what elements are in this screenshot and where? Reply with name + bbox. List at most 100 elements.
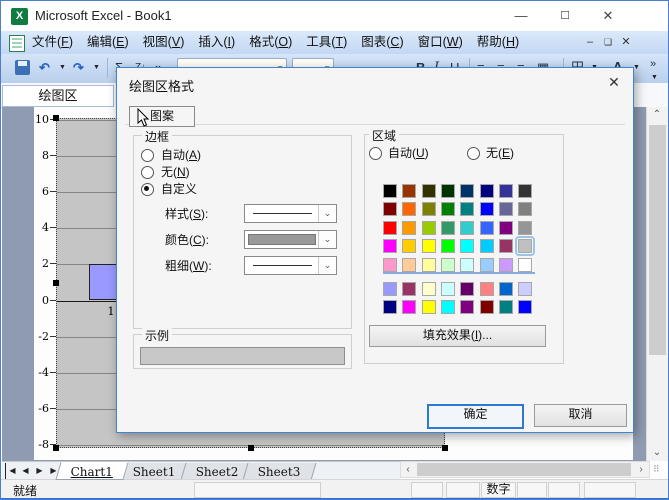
palette-swatch-4-3[interactable]	[440, 257, 455, 272]
redo-icon[interactable]: ↷	[73, 58, 84, 78]
palette-swatch-1-0[interactable]	[383, 202, 397, 217]
palette-swatch-5-2[interactable]	[421, 282, 436, 296]
palette-swatch-4-6[interactable]	[498, 257, 513, 272]
palette-swatch-4-5[interactable]	[479, 257, 494, 272]
area-auto-radio[interactable]	[369, 147, 382, 160]
palette-swatch-2-1[interactable]	[402, 220, 417, 235]
palette-swatch-1-1[interactable]	[402, 202, 417, 217]
chevron-down-icon[interactable]: ⌄	[318, 205, 336, 222]
palette-swatch-0-6[interactable]	[498, 184, 513, 198]
palette-swatch-2-4[interactable]	[460, 220, 475, 235]
save-icon[interactable]	[15, 60, 30, 75]
palette-swatch-1-3[interactable]	[440, 202, 455, 217]
sheet-tab-chart1[interactable]: Chart1	[55, 462, 129, 480]
palette-swatch-6-1[interactable]	[402, 300, 417, 315]
palette-swatch-3-4[interactable]	[460, 239, 475, 254]
close-icon[interactable]: ✕	[593, 7, 623, 25]
weight-combo[interactable]: ⌄	[244, 256, 337, 275]
menu-item-2[interactable]: 视图(V)	[136, 31, 192, 53]
palette-swatch-5-5[interactable]	[479, 282, 494, 296]
palette-swatch-4-4[interactable]	[460, 257, 475, 272]
palette-swatch-1-6[interactable]	[498, 202, 513, 217]
palette-swatch-3-5[interactable]	[479, 239, 494, 254]
border-none-label[interactable]: 无(N)	[161, 165, 190, 179]
palette-swatch-4-7[interactable]	[518, 257, 533, 272]
palette-swatch-5-4[interactable]	[460, 282, 475, 296]
resize-grip-icon[interactable]: ⠿	[653, 464, 665, 476]
palette-swatch-1-2[interactable]	[421, 202, 436, 217]
vertical-scroll-thumb[interactable]	[649, 125, 666, 355]
selection-handle[interactable]	[53, 280, 59, 286]
palette-swatch-0-0[interactable]	[383, 184, 397, 198]
selection-handle[interactable]	[248, 445, 254, 451]
palette-swatch-2-6[interactable]	[498, 220, 513, 235]
chevron-down-icon[interactable]: ⌄	[318, 231, 336, 248]
palette-swatch-4-0[interactable]	[383, 257, 397, 272]
name-box[interactable]: 绘图区	[2, 85, 114, 107]
selection-handle[interactable]	[442, 445, 448, 451]
area-none-radio[interactable]	[467, 147, 480, 160]
palette-swatch-2-2[interactable]	[421, 220, 436, 235]
scroll-right-icon[interactable]: ›	[634, 462, 648, 477]
next-sheet-icon[interactable]: ▶	[33, 463, 46, 479]
menu-item-7[interactable]: 窗口(W)	[411, 31, 470, 53]
font-color-dropdown-icon[interactable]: ▼	[633, 58, 640, 78]
dialog-close-icon[interactable]: ✕	[603, 72, 625, 92]
palette-swatch-4-2[interactable]	[421, 257, 436, 272]
palette-swatch-3-1[interactable]	[402, 239, 417, 254]
horizontal-scroll-thumb[interactable]	[417, 463, 631, 476]
palette-swatch-1-7[interactable]	[518, 202, 533, 217]
palette-swatch-0-7[interactable]	[518, 184, 533, 198]
palette-swatch-2-0[interactable]	[383, 220, 397, 235]
palette-swatch-6-4[interactable]	[460, 300, 475, 315]
palette-swatch-0-1[interactable]	[402, 184, 417, 198]
minimize-icon[interactable]: —	[506, 7, 536, 25]
palette-swatch-0-2[interactable]	[421, 184, 436, 198]
palette-swatch-1-4[interactable]	[460, 202, 475, 217]
palette-swatch-2-3[interactable]	[440, 220, 455, 235]
child-close-icon[interactable]: ✕	[618, 35, 634, 49]
border-auto-radio[interactable]	[141, 149, 154, 162]
undo-dropdown-icon[interactable]: ▼	[59, 58, 66, 78]
menu-item-3[interactable]: 插入(I)	[191, 31, 242, 53]
palette-swatch-0-3[interactable]	[440, 184, 455, 198]
menu-item-4[interactable]: 格式(O)	[242, 31, 299, 53]
border-custom-radio[interactable]	[141, 183, 154, 196]
redo-dropdown-icon[interactable]: ▼	[93, 58, 100, 78]
prev-sheet-icon[interactable]: ◀	[19, 463, 32, 479]
palette-swatch-3-0[interactable]	[383, 239, 397, 254]
menu-item-0[interactable]: 文件(F)	[25, 31, 80, 53]
area-auto-label[interactable]: 自动(U)	[388, 146, 429, 160]
palette-swatch-6-0[interactable]	[383, 300, 397, 315]
palette-swatch-3-7[interactable]	[515, 236, 536, 257]
child-restore-icon[interactable]: ❏	[600, 35, 616, 49]
palette-swatch-3-3[interactable]	[440, 239, 455, 254]
palette-swatch-6-5[interactable]	[479, 300, 494, 315]
menu-item-6[interactable]: 图表(C)	[354, 31, 410, 53]
scroll-left-icon[interactable]: ‹	[401, 462, 415, 477]
menu-item-1[interactable]: 编辑(E)	[80, 31, 136, 53]
palette-swatch-5-1[interactable]	[402, 282, 417, 296]
palette-swatch-3-6[interactable]	[498, 239, 513, 254]
palette-swatch-6-6[interactable]	[498, 300, 513, 315]
palette-swatch-6-2[interactable]	[421, 300, 436, 315]
cancel-button[interactable]: 取消	[534, 404, 627, 427]
scroll-down-icon[interactable]: ⌄	[647, 445, 667, 461]
selection-handle[interactable]	[53, 115, 59, 121]
palette-swatch-5-3[interactable]	[440, 282, 455, 296]
palette-swatch-3-2[interactable]	[421, 239, 436, 254]
palette-swatch-6-3[interactable]	[440, 300, 455, 315]
scroll-up-icon[interactable]: ⌃	[647, 107, 667, 123]
palette-swatch-2-5[interactable]	[479, 220, 494, 235]
style-combo[interactable]: ⌄	[244, 204, 337, 223]
color-combo[interactable]: ⌄	[244, 230, 337, 249]
palette-swatch-0-5[interactable]	[479, 184, 494, 198]
area-none-label[interactable]: 无(E)	[486, 146, 514, 160]
border-none-radio[interactable]	[141, 166, 154, 179]
child-minimize-icon[interactable]: –	[582, 35, 598, 49]
menu-item-5[interactable]: 工具(T)	[299, 31, 354, 53]
palette-swatch-1-5[interactable]	[479, 202, 494, 217]
selection-handle[interactable]	[53, 445, 59, 451]
horizontal-scrollbar[interactable]: ‹ ›	[400, 461, 650, 478]
chevron-down-icon[interactable]: ⌄	[318, 257, 336, 274]
